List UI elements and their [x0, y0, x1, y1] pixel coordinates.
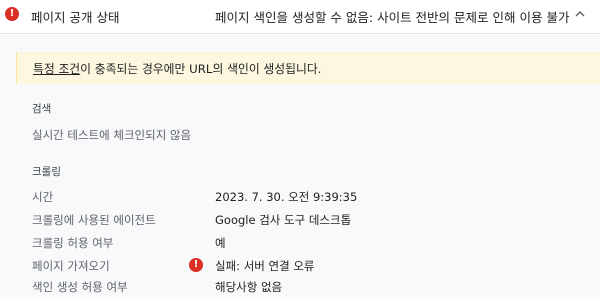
indexing-allowed-value: 해당사항 없음 [215, 280, 283, 294]
crawl-agent-value: Google 검사 도구 데스크톱 [215, 213, 352, 227]
search-section-title: 검색 [32, 103, 52, 115]
error-icon: ! [189, 258, 203, 272]
page-fetch-label: 페이지 가져오기 [32, 259, 110, 273]
notice-message: 이 충족되는 경우에만 URL의 색인이 생성됩니다. [80, 62, 322, 76]
specific-conditions-link[interactable]: 특정 조건 [33, 62, 80, 76]
page-availability-header[interactable]: ! 페이지 공개 상태 페이지 색인을 생성할 수 없음: 사이트 전반의 문제… [0, 0, 600, 34]
search-status: 실시간 테스트에 체크인되지 않음 [32, 128, 192, 142]
section-label: 페이지 공개 상태 [31, 10, 120, 25]
error-icon: ! [5, 7, 19, 21]
crawl-time-value: 2023. 7. 30. 오전 9:39:35 [215, 190, 358, 204]
chevron-up-icon[interactable] [575, 9, 585, 19]
availability-status: 페이지 색인을 생성할 수 없음: 사이트 전반의 문제로 인해 이용 불가 [215, 10, 570, 25]
crawl-agent-label: 크롤링에 사용된 에이전트 [32, 213, 156, 227]
crawl-allowed-label: 크롤링 허용 여부 [32, 236, 114, 250]
page-fetch-value: 실패: 서버 연결 오류 [215, 259, 315, 273]
crawl-allowed-value: 예 [215, 236, 226, 250]
crawl-time-label: 시간 [32, 190, 54, 204]
crawling-section-title: 크롤링 [32, 166, 61, 178]
notice-text: 특정 조건이 충족되는 경우에만 URL의 색인이 생성됩니다. [33, 60, 321, 77]
notice-banner: 특정 조건이 충족되는 경우에만 URL의 색인이 생성됩니다. [16, 52, 600, 84]
indexing-allowed-label: 색인 생성 허용 여부 [32, 280, 128, 294]
